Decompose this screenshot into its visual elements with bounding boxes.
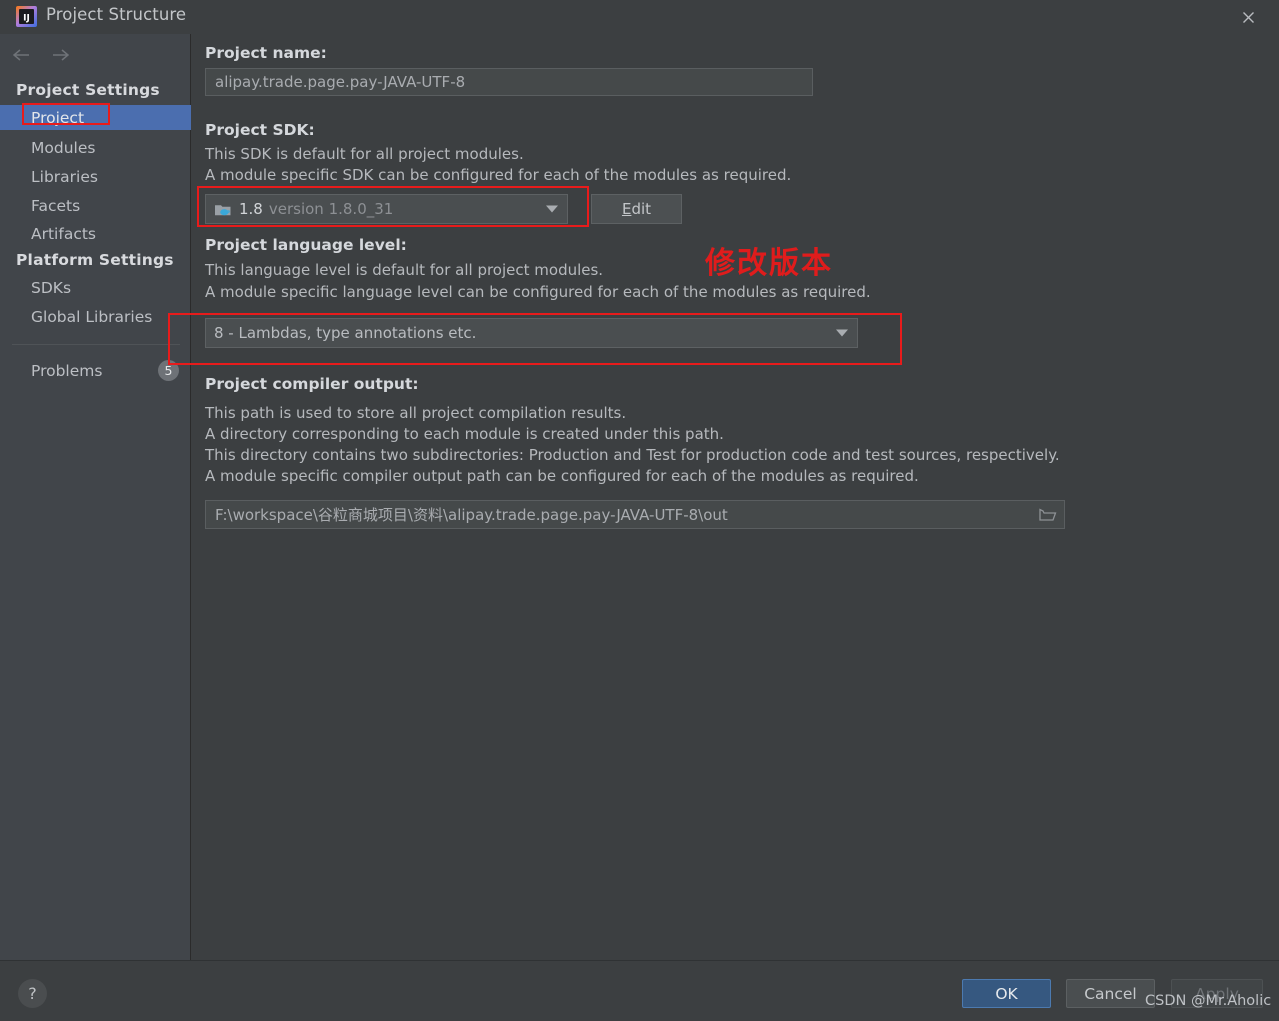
edit-sdk-button-label: Edit xyxy=(621,200,652,218)
close-icon[interactable] xyxy=(1231,6,1265,28)
project-sdk-dropdown[interactable]: 1.8 version 1.8.0_31 xyxy=(205,194,568,224)
settings-sidebar: Project Settings Project Modules Librari… xyxy=(0,34,191,960)
edit-sdk-button[interactable]: Edit xyxy=(591,194,682,224)
project-name-input[interactable]: alipay.trade.page.pay-JAVA-UTF-8 xyxy=(205,68,813,96)
sidebar-item-label: Libraries xyxy=(31,167,98,186)
title-bar: IJ Project Structure xyxy=(0,0,1279,34)
language-level-dropdown[interactable]: 8 - Lambdas, type annotations etc. xyxy=(205,318,858,348)
compiler-output-path-input[interactable]: F:\workspace\谷粒商城项目\资料\alipay.trade.page… xyxy=(205,500,1065,529)
sidebar-item-project[interactable]: Project xyxy=(0,105,191,130)
project-structure-dialog: IJ Project Structure Project Settings Pr… xyxy=(0,0,1279,1021)
sidebar-item-libraries[interactable]: Libraries xyxy=(0,164,191,189)
chevron-down-icon xyxy=(546,205,558,213)
ok-button-label: OK xyxy=(995,984,1018,1003)
arrow-right-icon[interactable] xyxy=(48,44,74,66)
apply-button: Apply xyxy=(1171,979,1263,1008)
compiler-output-label: Project compiler output: xyxy=(205,375,419,393)
project-name-label: Project name: xyxy=(205,44,327,62)
window-title: Project Structure xyxy=(46,5,187,24)
intellij-idea-logo-icon: IJ xyxy=(16,6,37,27)
sidebar-item-artifacts[interactable]: Artifacts xyxy=(0,221,191,246)
cancel-button[interactable]: Cancel xyxy=(1066,979,1155,1008)
compiler-output-desc-line1: This path is used to store all project c… xyxy=(205,404,627,422)
folder-browse-icon[interactable] xyxy=(1038,506,1058,524)
sidebar-item-facets[interactable]: Facets xyxy=(0,193,191,218)
language-level-label: Project language level: xyxy=(205,236,407,254)
sidebar-divider xyxy=(12,344,180,345)
sidebar-item-modules[interactable]: Modules xyxy=(0,135,191,160)
dialog-footer: ? OK Cancel Apply xyxy=(0,960,1279,1021)
sidebar-group-project-settings: Project Settings xyxy=(16,81,160,99)
sidebar-item-label: Project xyxy=(31,108,85,127)
chevron-down-icon xyxy=(836,329,848,337)
java-sdk-folder-icon xyxy=(214,202,232,217)
question-mark-icon[interactable]: ? xyxy=(18,979,47,1008)
sidebar-item-label: Global Libraries xyxy=(31,307,153,326)
apply-button-label: Apply xyxy=(1195,984,1239,1003)
language-level-desc-line2: A module specific language level can be … xyxy=(205,283,871,301)
compiler-output-desc-line2: A directory corresponding to each module… xyxy=(205,425,724,443)
sidebar-item-label: SDKs xyxy=(31,278,72,297)
compiler-output-path-value: F:\workspace\谷粒商城项目\资料\alipay.trade.page… xyxy=(215,506,728,524)
problems-count-badge: 5 xyxy=(158,360,179,381)
project-sdk-name: 1.8 xyxy=(239,200,263,218)
sidebar-item-global-libraries[interactable]: Global Libraries xyxy=(0,304,191,329)
compiler-output-desc-line4: A module specific compiler output path c… xyxy=(205,467,919,485)
sidebar-item-label: Modules xyxy=(31,138,96,157)
sidebar-group-platform-settings: Platform Settings xyxy=(16,251,174,269)
project-name-value: alipay.trade.page.pay-JAVA-UTF-8 xyxy=(215,73,466,91)
ok-button[interactable]: OK xyxy=(962,979,1051,1008)
arrow-left-icon[interactable] xyxy=(8,44,34,66)
sidebar-item-label: Problems xyxy=(31,361,103,380)
sidebar-item-label: Artifacts xyxy=(31,224,96,243)
project-sdk-desc-line1: This SDK is default for all project modu… xyxy=(205,145,524,163)
cancel-button-label: Cancel xyxy=(1084,984,1137,1003)
project-sdk-version: version 1.8.0_31 xyxy=(268,200,394,218)
sidebar-item-label: Facets xyxy=(31,196,81,215)
sidebar-item-sdks[interactable]: SDKs xyxy=(0,275,191,300)
navigation-arrows xyxy=(8,44,74,66)
project-sdk-label: Project SDK: xyxy=(205,121,315,139)
language-level-value: 8 - Lambdas, type annotations etc. xyxy=(214,324,477,342)
project-sdk-desc-line2: A module specific SDK can be configured … xyxy=(205,166,792,184)
svg-text:IJ: IJ xyxy=(23,14,30,24)
project-settings-panel: Project name: alipay.trade.page.pay-JAVA… xyxy=(192,34,1279,960)
compiler-output-desc-line3: This directory contains two subdirectori… xyxy=(205,446,1060,464)
language-level-desc-line1: This language level is default for all p… xyxy=(205,261,604,279)
